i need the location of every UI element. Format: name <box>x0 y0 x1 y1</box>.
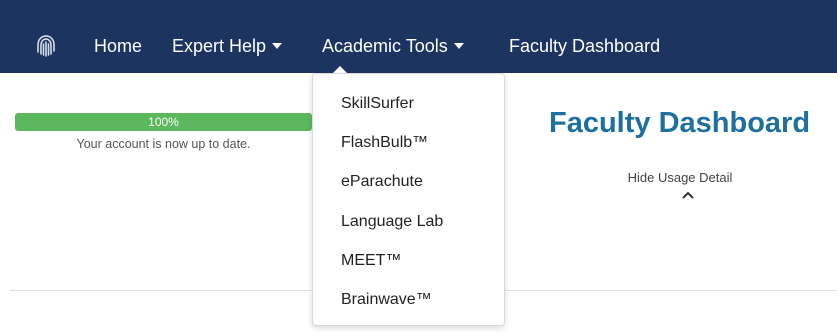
nav-expert-help-dropdown[interactable]: Expert Help <box>172 35 283 57</box>
menu-item-brainwave[interactable]: Brainwave™ <box>341 291 432 309</box>
menu-item-eparachute[interactable]: eParachute <box>341 173 423 191</box>
page-title: Faculty Dashboard <box>549 107 811 139</box>
menu-item-meet[interactable]: MEET™ <box>341 252 401 270</box>
menu-item-skillsurfer[interactable]: SkillSurfer <box>341 95 414 113</box>
nav-faculty-dashboard-link[interactable]: Faculty Dashboard <box>509 35 660 57</box>
nav-faculty-dashboard-label: Faculty Dashboard <box>509 36 661 56</box>
academic-tools-menu: SkillSurfer FlashBulb™ eParachute Langua… <box>312 73 505 326</box>
nav-academic-tools-dropdown[interactable]: Academic Tools <box>322 35 464 57</box>
nav-academic-tools-label: Academic Tools <box>322 36 448 56</box>
nav-home-link[interactable]: Home <box>94 35 142 57</box>
menu-item-language-lab[interactable]: Language Lab <box>341 213 443 231</box>
menu-item-flashbulb[interactable]: FlashBulb™ <box>341 134 428 152</box>
progress-fill: 100% <box>15 113 312 131</box>
caret-down-icon <box>453 43 464 49</box>
caret-down-icon <box>272 43 283 49</box>
progress-caption: Your account is now up to date. <box>76 137 251 151</box>
fingerprint-icon[interactable] <box>36 34 56 58</box>
nav-expert-help-label: Expert Help <box>172 36 267 56</box>
chevron-up-icon[interactable] <box>682 191 694 199</box>
nav-home-label: Home <box>94 36 143 56</box>
hide-usage-detail-toggle[interactable]: Hide Usage Detail <box>600 170 760 185</box>
account-progress-bar: 100% <box>15 113 312 131</box>
